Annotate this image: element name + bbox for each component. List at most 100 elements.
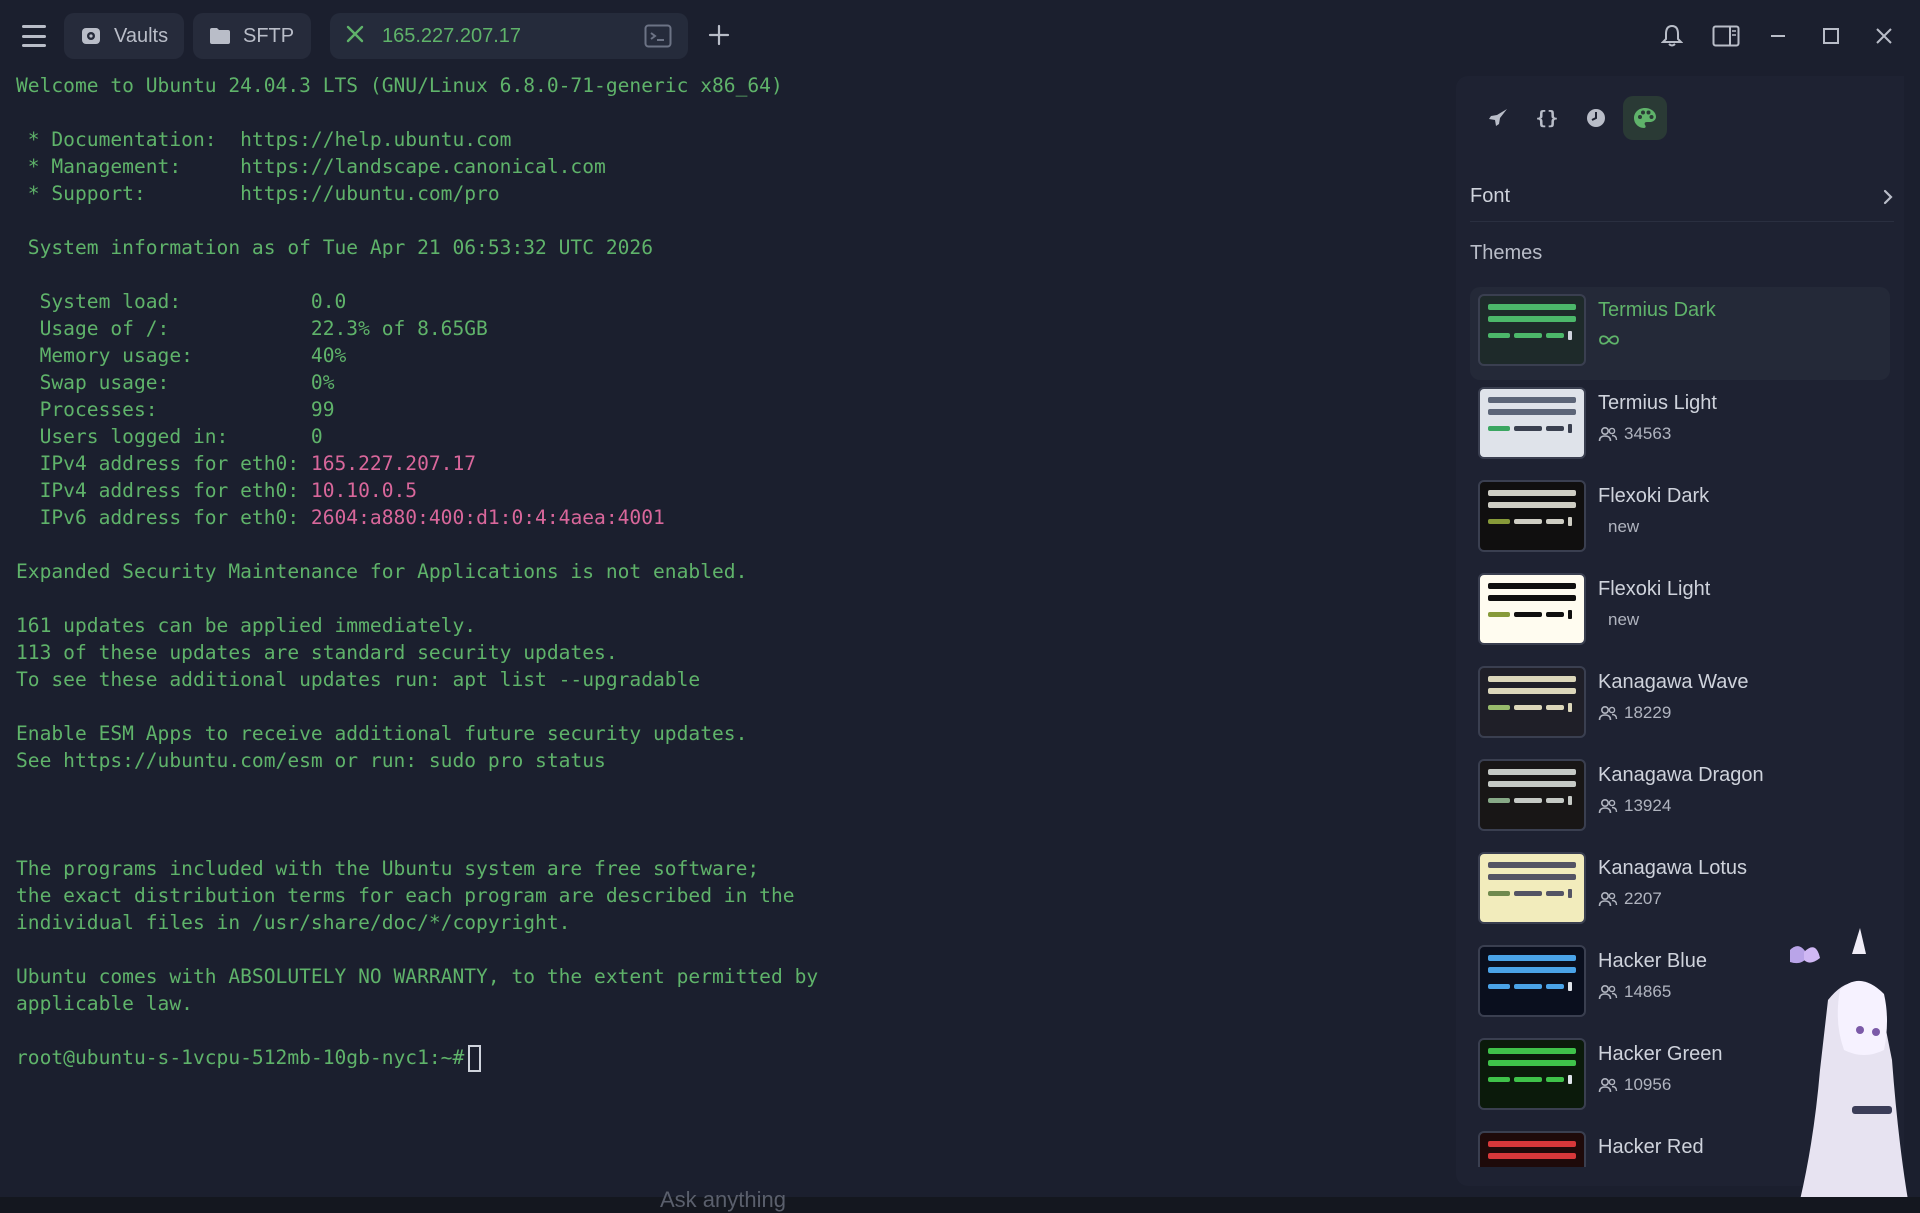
ip-address: 10.10.0.5 bbox=[310, 479, 418, 502]
theme-name: Termius Light bbox=[1598, 392, 1717, 414]
theme-item[interactable]: Termius Dark bbox=[1470, 287, 1890, 380]
terminal-line: Expanded Security Maintenance for Applic… bbox=[16, 558, 1456, 585]
ip-address: 2604:a880:400:d1:0:4:4aea:4001 bbox=[310, 506, 665, 529]
terminal-text: System information as of Tue Apr 21 06:5… bbox=[16, 236, 654, 259]
tab-host-label: 165.227.207.17 bbox=[382, 24, 522, 47]
terminal-text: To see these additional updates run: apt… bbox=[16, 668, 701, 691]
terminal-text: System load: 0.0 bbox=[16, 290, 347, 313]
terminal-text: Processes: 99 bbox=[16, 398, 335, 421]
preview-segment bbox=[1546, 1077, 1564, 1082]
terminal-line: Processes: 99 bbox=[16, 396, 1456, 423]
close-window-button[interactable] bbox=[1868, 20, 1900, 52]
plus-icon bbox=[708, 24, 730, 46]
preview-segment bbox=[1546, 798, 1564, 803]
font-setting[interactable]: Font bbox=[1470, 172, 1894, 222]
tab-host[interactable]: 165.227.207.17 bbox=[330, 13, 688, 59]
terminal-line: * Management: https://landscape.canonica… bbox=[16, 153, 1456, 180]
terminal-text: Memory usage: 40% bbox=[16, 344, 347, 367]
history-button[interactable] bbox=[1574, 96, 1618, 140]
preview-segment bbox=[1514, 426, 1542, 431]
terminal-line: 113 of these updates are standard securi… bbox=[16, 639, 1456, 666]
terminal-text: * Management: https://landscape.canonica… bbox=[16, 155, 606, 178]
tab-vaults[interactable]: Vaults bbox=[64, 13, 184, 59]
theme-item[interactable]: Flexoki Dark new bbox=[1470, 473, 1890, 566]
new-tab-button[interactable] bbox=[706, 18, 732, 52]
preview-line bbox=[1488, 967, 1576, 973]
theme-name: Kanagawa Lotus bbox=[1598, 857, 1748, 879]
theme-preview bbox=[1478, 945, 1586, 1017]
terminal-text: applicable law. bbox=[16, 992, 193, 1015]
theme-users: 10956 bbox=[1598, 1075, 1671, 1095]
preview-segment bbox=[1488, 891, 1510, 896]
preview-segment bbox=[1488, 1077, 1510, 1082]
theme-preview bbox=[1478, 294, 1586, 366]
preview-segment bbox=[1514, 519, 1542, 524]
preview-cursor bbox=[1568, 796, 1572, 805]
terminal-text: * Documentation: https://help.ubuntu.com bbox=[16, 128, 512, 151]
maximize-button[interactable] bbox=[1815, 20, 1847, 52]
theme-item[interactable]: Termius Light 34563 bbox=[1470, 380, 1890, 473]
preview-segment bbox=[1546, 519, 1564, 524]
minimize-button[interactable] bbox=[1762, 20, 1794, 52]
theme-preview bbox=[1478, 852, 1586, 924]
terminal-text: IPv4 address for eth0: bbox=[16, 479, 311, 502]
theme-preview bbox=[1478, 480, 1586, 552]
terminal-text: Users logged in: 0 bbox=[16, 425, 323, 448]
preview-cursor bbox=[1568, 703, 1572, 712]
preview-segment bbox=[1514, 333, 1542, 338]
preview-line bbox=[1488, 688, 1576, 694]
terminal-text: Expanded Security Maintenance for Applic… bbox=[16, 560, 748, 583]
theme-name: Hacker Green bbox=[1598, 1043, 1723, 1065]
preview-cursor bbox=[1568, 517, 1572, 526]
terminal-output[interactable]: Welcome to Ubuntu 24.04.3 LTS (GNU/Linux… bbox=[0, 72, 1456, 1197]
appearance-button[interactable] bbox=[1623, 96, 1667, 140]
font-label: Font bbox=[1470, 185, 1511, 207]
preview-segment bbox=[1514, 984, 1542, 989]
tab-sftp[interactable]: SFTP bbox=[193, 13, 311, 59]
notifications-button[interactable] bbox=[1656, 20, 1688, 52]
terminal-text: * Support: https://ubuntu.com/pro bbox=[16, 182, 500, 205]
preview-cursor bbox=[1568, 1075, 1572, 1084]
hamburger-icon[interactable] bbox=[20, 22, 48, 50]
terminal-text: IPv6 address for eth0: bbox=[16, 506, 311, 529]
ask-input-placeholder[interactable]: Ask anything bbox=[660, 1187, 786, 1213]
theme-preview bbox=[1478, 1131, 1586, 1167]
terminal-line: individual files in /usr/share/doc/*/cop… bbox=[16, 909, 1456, 936]
prompt-line[interactable]: root@ubuntu-s-1vcpu-512mb-10gb-nyc1:~# bbox=[16, 1044, 1456, 1072]
preview-line bbox=[1488, 502, 1576, 508]
themes-heading: Themes bbox=[1470, 242, 1543, 264]
terminal-text: Ubuntu comes with ABSOLUTELY NO WARRANTY… bbox=[16, 965, 819, 988]
braces-icon: {} bbox=[1535, 107, 1559, 129]
theme-users-count: 10956 bbox=[1624, 1075, 1672, 1094]
code-button[interactable]: {} bbox=[1525, 96, 1569, 140]
preview-segment bbox=[1488, 426, 1510, 431]
chevron-right-icon bbox=[1883, 189, 1893, 204]
preview-cursor bbox=[1568, 982, 1572, 991]
users-icon bbox=[1598, 705, 1618, 721]
theme-name: Termius Dark bbox=[1598, 299, 1716, 321]
theme-owned bbox=[1598, 331, 1620, 351]
preview-line bbox=[1488, 955, 1576, 961]
theme-users: 18229 bbox=[1598, 703, 1671, 723]
terminal-line: * Support: https://ubuntu.com/pro bbox=[16, 180, 1456, 207]
theme-name: Flexoki Light bbox=[1598, 578, 1711, 600]
title-bar: Vaults SFTP 165.227.207.17 bbox=[0, 0, 1920, 72]
preview-segment bbox=[1488, 798, 1510, 803]
close-tab-icon[interactable] bbox=[346, 22, 364, 50]
theme-users-count: 34563 bbox=[1624, 424, 1672, 443]
terminal-text: Swap usage: 0% bbox=[16, 371, 335, 394]
terminal-line: Ubuntu comes with ABSOLUTELY NO WARRANTY… bbox=[16, 963, 1456, 990]
terminal-text: Usage of /: 22.3% of 8.65GB bbox=[16, 317, 488, 340]
terminal-line: Swap usage: 0% bbox=[16, 369, 1456, 396]
theme-item[interactable]: Kanagawa Dragon 13924 bbox=[1470, 752, 1890, 845]
theme-item[interactable]: Flexoki Light new bbox=[1470, 566, 1890, 659]
theme-users: 13924 bbox=[1598, 796, 1671, 816]
preview-segment bbox=[1488, 519, 1510, 524]
preview-segment bbox=[1514, 798, 1542, 803]
theme-item[interactable]: Kanagawa Wave 18229 bbox=[1470, 659, 1890, 752]
snippets-button[interactable] bbox=[1476, 96, 1520, 140]
toggle-sidebar-button[interactable] bbox=[1710, 20, 1742, 52]
